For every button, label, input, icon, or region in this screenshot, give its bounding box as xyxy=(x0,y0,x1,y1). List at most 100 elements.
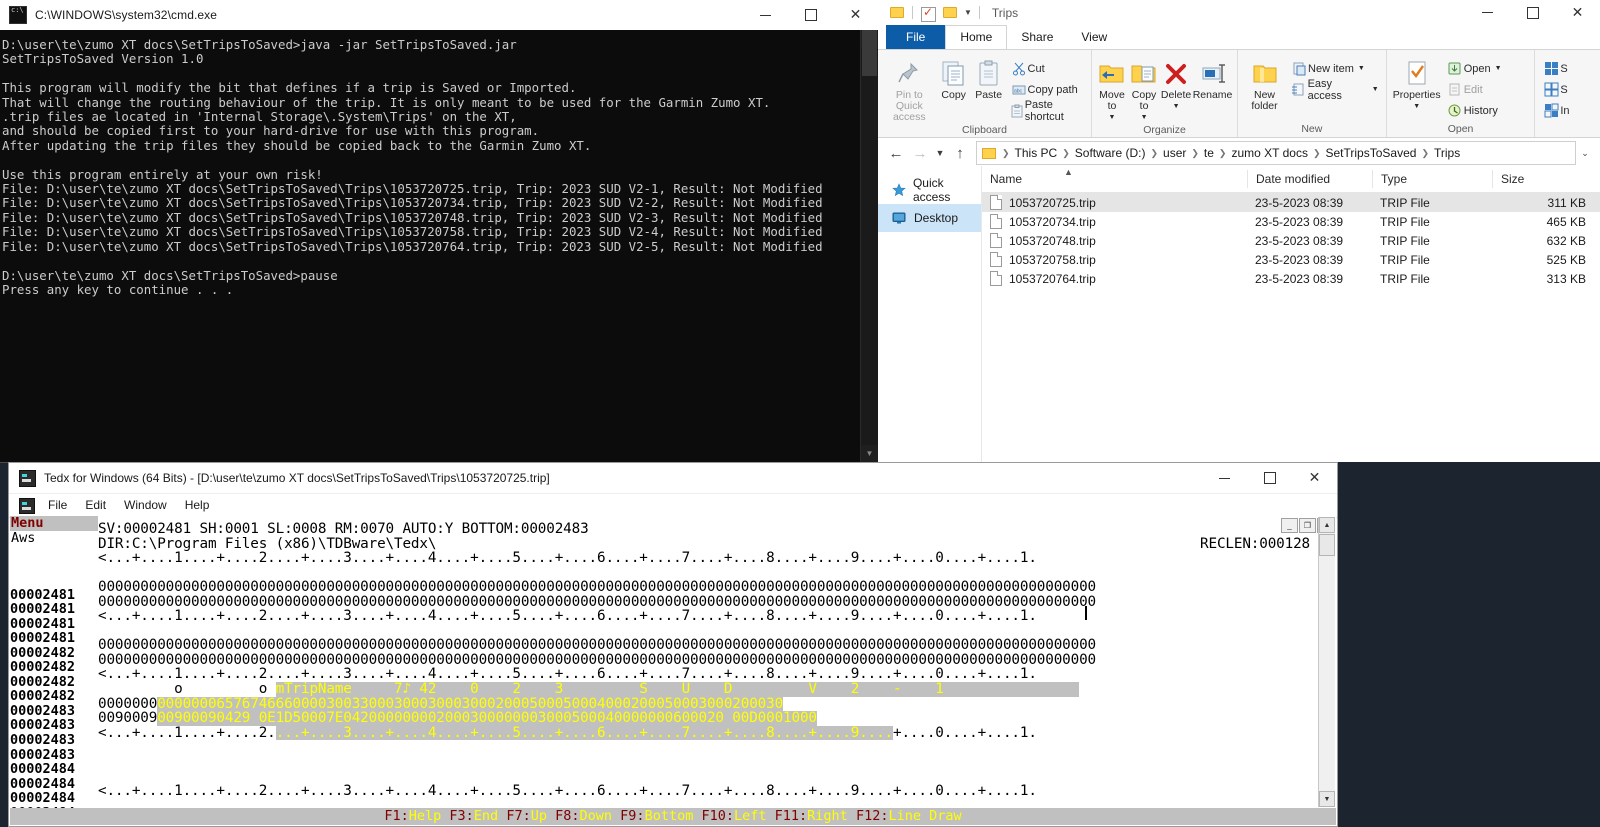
up-arrow-icon[interactable]: ↑ xyxy=(948,145,972,162)
properties-button[interactable]: Properties ▼ xyxy=(1391,54,1443,112)
forward-arrow-icon[interactable]: → xyxy=(908,145,932,162)
tedx-close-button[interactable]: ✕ xyxy=(1292,463,1337,493)
move-to-dropdown-caret-icon[interactable]: ▼ xyxy=(1109,112,1116,123)
copy-to-dropdown-caret-icon[interactable]: ▼ xyxy=(1141,112,1148,123)
breadcrumb-sep-3[interactable]: ❯ xyxy=(1188,148,1202,159)
breadcrumb-sep-5[interactable]: ❯ xyxy=(1310,148,1324,159)
explorer-close-button[interactable]: ✕ xyxy=(1555,0,1600,28)
fkey-label[interactable]: Right xyxy=(807,808,848,824)
easy-access-button[interactable]: Easy access ▼ xyxy=(1287,78,1382,102)
fkey-label[interactable]: Down xyxy=(580,808,613,824)
cmd-titlebar[interactable]: C:\WINDOWS\system32\cmd.exe ✕ xyxy=(0,0,878,31)
breadcrumb-software-d[interactable]: Software (D:) xyxy=(1073,146,1148,160)
cmd-maximize-button[interactable] xyxy=(788,0,833,30)
tedx-minimize-button[interactable] xyxy=(1202,463,1247,493)
fkey-label[interactable]: Left xyxy=(734,808,767,824)
easy-access-dropdown-caret-icon[interactable]: ▼ xyxy=(1372,86,1379,93)
rename-button[interactable]: Rename xyxy=(1192,54,1233,101)
tab-share[interactable]: Share xyxy=(1007,25,1067,49)
properties-check-icon[interactable] xyxy=(921,5,936,22)
fkey-label[interactable]: End xyxy=(474,808,498,824)
quick-access-folder-icon[interactable] xyxy=(890,6,904,19)
cmd-minimize-button[interactable] xyxy=(743,0,788,30)
move-to-button[interactable]: Move to ▼ xyxy=(1096,54,1128,123)
table-row[interactable]: 1053720748.trip 23-5-2023 08:39 TRIP Fil… xyxy=(982,231,1600,250)
paste-shortcut-button[interactable]: Paste shortcut xyxy=(1007,99,1087,123)
column-header-name[interactable]: Name xyxy=(982,170,1247,188)
properties-dropdown-caret-icon[interactable]: ▼ xyxy=(1413,101,1420,112)
recent-locations-caret-icon[interactable]: ▼ xyxy=(932,148,948,158)
fkey-label[interactable]: Up xyxy=(531,808,547,824)
cut-button[interactable]: Cut xyxy=(1007,58,1087,79)
tedx-text-content[interactable]: RECLEN:000128 SV:00002481 SH:0001 SL:0008… xyxy=(98,522,1310,808)
breadcrumb-sep-4[interactable]: ❯ xyxy=(1216,148,1230,159)
tedx-scroll-up-arrow[interactable]: ▲ xyxy=(1319,517,1335,533)
invert-selection-button[interactable]: In xyxy=(1539,100,1572,121)
fkey-label[interactable]: Line Draw xyxy=(888,808,961,824)
fkey-label[interactable]: Bottom xyxy=(645,808,694,824)
select-none-button[interactable]: S xyxy=(1539,79,1572,100)
breadcrumb-sep-2[interactable]: ❯ xyxy=(1147,148,1161,159)
select-all-button[interactable]: S xyxy=(1539,58,1572,79)
tedx-maximize-button[interactable] xyxy=(1247,463,1292,493)
explorer-titlebar[interactable]: ▼ Trips ✕ xyxy=(878,0,1600,25)
history-button[interactable]: History xyxy=(1443,100,1505,121)
cmd-close-button[interactable]: ✕ xyxy=(833,0,878,30)
breadcrumb-settripstosaved[interactable]: SetTripsToSaved xyxy=(1324,146,1419,160)
breadcrumb-this-pc[interactable]: This PC xyxy=(1013,146,1060,160)
menu-help[interactable]: Help xyxy=(176,494,219,517)
column-header-size[interactable]: Size xyxy=(1492,170,1600,188)
breadcrumb-trips[interactable]: Trips xyxy=(1432,146,1462,160)
breadcrumb-user[interactable]: user xyxy=(1161,146,1188,160)
nav-item-quick-access[interactable]: Quick access xyxy=(878,176,981,204)
menu-file[interactable]: File xyxy=(39,494,76,517)
breadcrumb-sep-1[interactable]: ❯ xyxy=(1059,148,1073,159)
delete-button[interactable]: Delete ▼ xyxy=(1160,54,1192,112)
tab-file[interactable]: File xyxy=(886,25,946,49)
pin-to-quick-access-button[interactable]: Pin to Quick access xyxy=(882,54,937,123)
nav-item-desktop[interactable]: Desktop xyxy=(878,204,981,232)
table-row[interactable]: 1053720725.trip 23-5-2023 08:39 TRIP Fil… xyxy=(982,193,1600,212)
table-row[interactable]: 1053720734.trip 23-5-2023 08:39 TRIP Fil… xyxy=(982,212,1600,231)
fkey-label[interactable]: Help xyxy=(409,808,442,824)
cmd-scrollbar[interactable]: ▲ ▼ xyxy=(860,30,878,462)
address-dropdown-caret-icon[interactable]: ⌄ xyxy=(1576,148,1594,159)
breadcrumb-te[interactable]: te xyxy=(1202,146,1216,160)
copy-button[interactable]: Copy xyxy=(937,54,971,101)
tedx-scroll-thumb[interactable] xyxy=(1319,534,1335,556)
breadcrumb-zumo-xt-docs[interactable]: zumo XT docs xyxy=(1229,146,1309,160)
breadcrumb-bar[interactable]: ❯ This PC ❯ Software (D:) ❯ user ❯ te ❯ … xyxy=(976,141,1576,165)
copy-to-button[interactable]: Copy to ▼ xyxy=(1128,54,1160,123)
paste-button[interactable]: Paste xyxy=(971,54,1007,101)
edit-button[interactable]: Edit xyxy=(1443,79,1505,100)
tedx-vertical-scrollbar[interactable]: ▲ ▼ xyxy=(1318,517,1335,807)
new-item-button[interactable]: New item ▼ xyxy=(1287,58,1382,79)
column-header-type[interactable]: Type xyxy=(1372,170,1492,188)
cmd-console-body[interactable]: D:\user\te\zumo XT docs\SetTripsToSaved>… xyxy=(0,30,878,462)
cmd-scroll-down-arrow[interactable]: ▼ xyxy=(861,445,878,462)
cmd-scroll-thumb[interactable] xyxy=(862,30,877,76)
tedx-scroll-down-arrow[interactable]: ▼ xyxy=(1319,791,1335,807)
new-folder-icon[interactable] xyxy=(943,6,957,19)
open-dropdown-caret-icon[interactable]: ▼ xyxy=(1495,65,1502,72)
copy-path-button[interactable]: abc Copy path xyxy=(1007,79,1087,100)
explorer-maximize-button[interactable] xyxy=(1510,0,1555,28)
new-item-dropdown-caret-icon[interactable]: ▼ xyxy=(1358,65,1365,72)
explorer-minimize-button[interactable] xyxy=(1465,0,1510,28)
table-row[interactable]: 1053720758.trip 23-5-2023 08:39 TRIP Fil… xyxy=(982,250,1600,269)
menu-edit[interactable]: Edit xyxy=(76,494,115,517)
side-panel-header[interactable]: Menu xyxy=(10,516,98,531)
tedx-titlebar[interactable]: Tedx for Windows (64 Bits) - [D:\user\te… xyxy=(9,463,1337,494)
customize-caret-icon[interactable]: ▼ xyxy=(964,8,972,17)
side-panel-item-aws[interactable]: Aws xyxy=(10,530,98,546)
back-arrow-icon[interactable]: ← xyxy=(884,145,908,162)
open-button[interactable]: Open ▼ xyxy=(1443,58,1505,79)
file-list[interactable]: Name Date modified Type Size ▲ 105372072… xyxy=(982,166,1600,462)
column-header-date-modified[interactable]: Date modified xyxy=(1247,170,1372,188)
tab-home[interactable]: Home xyxy=(945,25,1008,49)
new-folder-button[interactable]: New folder xyxy=(1242,54,1287,112)
breadcrumb-sep-6[interactable]: ❯ xyxy=(1418,148,1432,159)
menu-window[interactable]: Window xyxy=(115,494,176,517)
table-row[interactable]: 1053720764.trip 23-5-2023 08:39 TRIP Fil… xyxy=(982,269,1600,288)
delete-dropdown-caret-icon[interactable]: ▼ xyxy=(1173,101,1180,112)
